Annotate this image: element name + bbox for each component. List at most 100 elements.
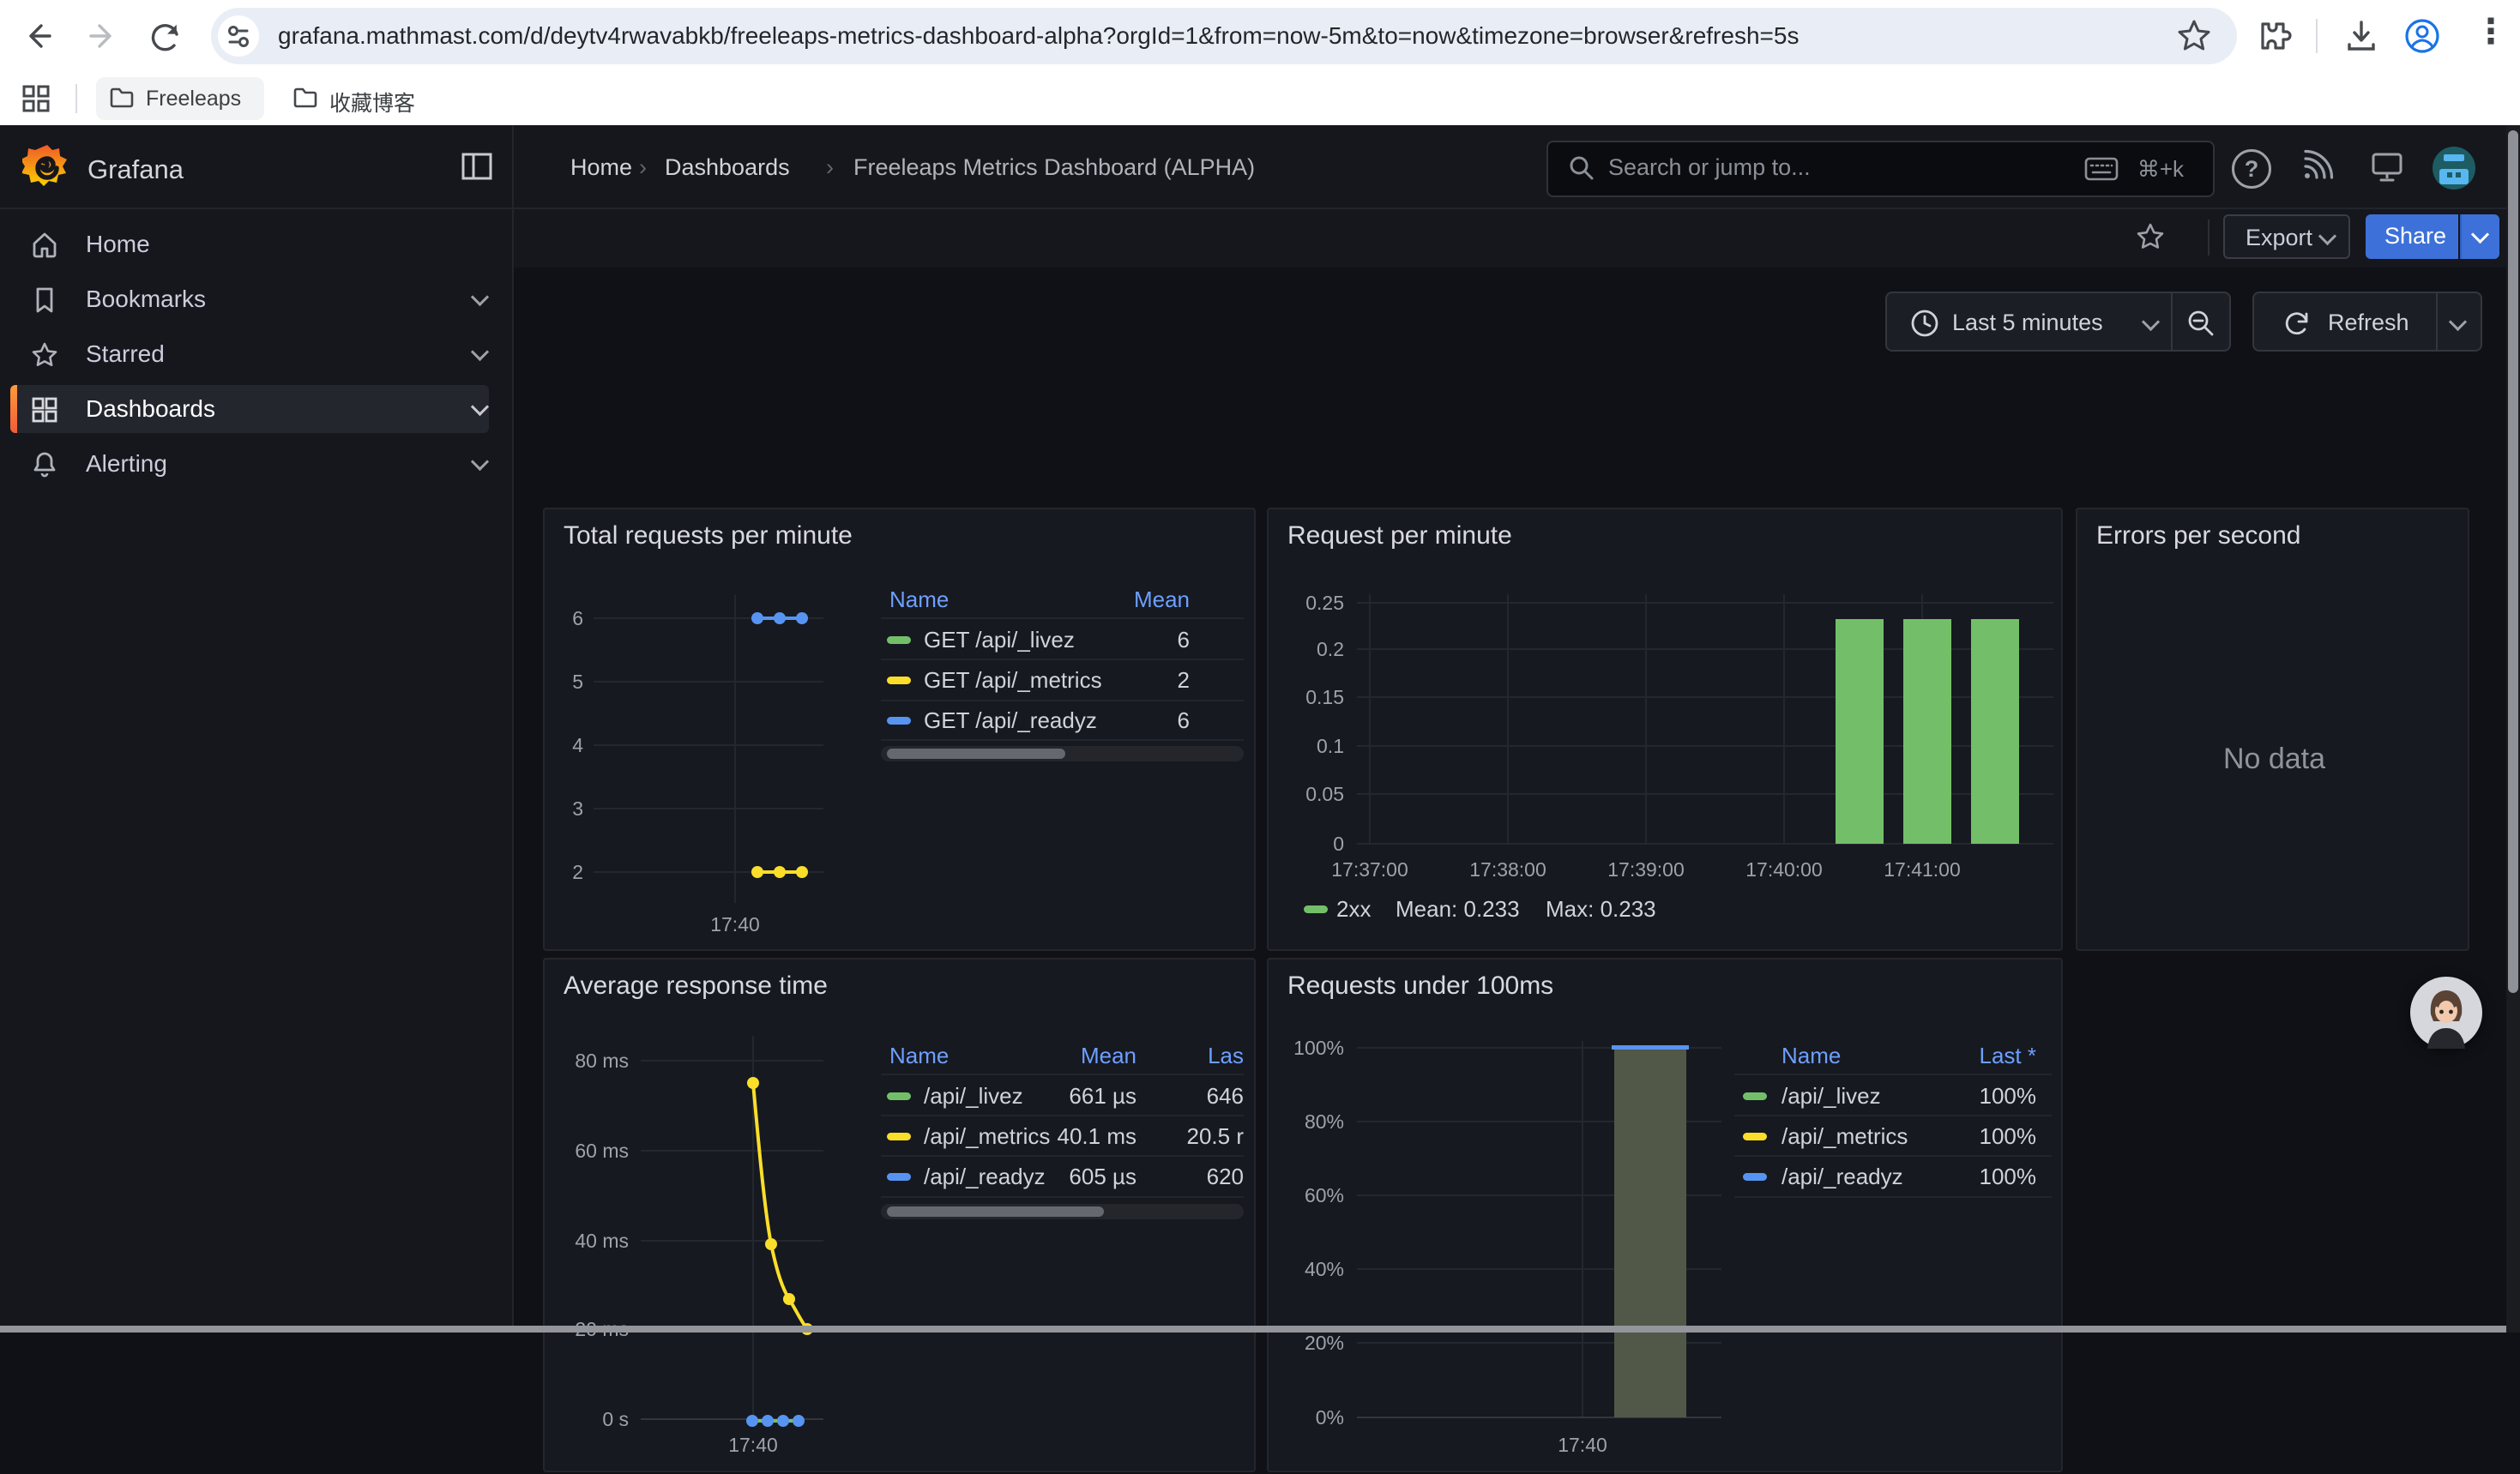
panel-requests-under-100ms[interactable]: Requests under 100ms 100% 80% 60% 40%: [1267, 958, 2063, 1472]
bookmark-star-icon[interactable]: [2173, 15, 2215, 57]
extensions-icon[interactable]: [2251, 15, 2292, 57]
download-icon[interactable]: [2341, 15, 2382, 57]
legend-header-mean[interactable]: Mean: [1104, 587, 1190, 613]
refresh-button[interactable]: Refresh: [2252, 292, 2482, 352]
url-bar[interactable]: grafana.mathmast.com/d/deytv4rwavabkb/fr…: [211, 8, 2237, 64]
legend-mean: 6: [1104, 707, 1190, 734]
legend-last: 100%: [1950, 1123, 2036, 1150]
legend-header-name[interactable]: Name: [1781, 1043, 1841, 1069]
sidebar-item-label: Bookmarks: [86, 286, 206, 313]
x-tick: 17:40: [710, 1433, 796, 1457]
sidebar-item-bookmarks[interactable]: Bookmarks: [0, 272, 512, 327]
panel-avg-response-time[interactable]: Average response time 80 ms: [543, 958, 1256, 1472]
sidebar-item-alerting[interactable]: Alerting: [0, 436, 512, 491]
bookmarks-divider: [75, 84, 77, 113]
bell-icon: [29, 449, 60, 480]
legend-series[interactable]: 2xx: [1336, 896, 1371, 923]
grafana-logo-icon[interactable]: [22, 142, 72, 192]
series-swatch: [887, 677, 911, 684]
breadcrumb-separator: ›: [826, 154, 834, 181]
share-button[interactable]: Share: [2366, 214, 2458, 259]
bookmark-icon: [29, 285, 60, 316]
legend-scrollbar[interactable]: [881, 1204, 1244, 1219]
search-placeholder: Search or jump to...: [1608, 154, 1811, 181]
share-dropdown-button[interactable]: [2460, 214, 2499, 259]
legend-header-mean[interactable]: Mean: [1051, 1043, 1136, 1069]
legend-header-name[interactable]: Name: [889, 1043, 949, 1069]
series-swatch: [1743, 1092, 1767, 1100]
horizontal-scrollbar[interactable]: [0, 1326, 2506, 1333]
help-icon[interactable]: ?: [2232, 149, 2271, 189]
x-tick: 17:41:00: [1871, 857, 1974, 881]
breadcrumb-dashboards[interactable]: Dashboards: [665, 154, 790, 181]
refresh-icon: [2282, 308, 2312, 339]
no-data-message: No data: [2077, 743, 2471, 776]
bookmark-label: Freeleaps: [146, 87, 241, 111]
y-tick: 0%: [1284, 1405, 1344, 1429]
legend-name[interactable]: GET /api/_readyz: [924, 707, 1097, 734]
legend-mean: 6: [1104, 627, 1190, 653]
sidebar-item-starred[interactable]: Starred: [0, 327, 512, 382]
series-swatch: [1743, 1133, 1767, 1140]
vertical-scrollbar[interactable]: [2506, 125, 2520, 1333]
time-range-picker[interactable]: Last 5 minutes: [1885, 292, 2231, 352]
bookmark-item-blog[interactable]: 收藏博客: [280, 77, 443, 120]
sidebar-item-home[interactable]: Home: [0, 217, 512, 272]
export-button[interactable]: Export: [2223, 214, 2350, 259]
folder-icon: [108, 84, 136, 111]
search-shortcut: ⌘+k: [2137, 156, 2184, 183]
legend-scrollbar[interactable]: [881, 746, 1244, 761]
panel-request-per-minute[interactable]: Request per minute 0.25 0.2: [1267, 508, 2063, 951]
breadcrumb-home[interactable]: Home: [570, 154, 632, 181]
x-tick: 17:40: [692, 912, 778, 936]
monitor-icon[interactable]: [2368, 147, 2406, 185]
legend-name[interactable]: /api/_metrics: [1781, 1123, 1908, 1150]
legend-header-last[interactable]: Las: [1184, 1043, 1244, 1069]
legend-name[interactable]: /api/_livez: [1781, 1083, 1881, 1110]
vertical-scrollbar-thumb[interactable]: [2508, 130, 2518, 993]
collapse-sidebar-icon[interactable]: [461, 153, 492, 180]
rss-icon[interactable]: [2298, 147, 2336, 185]
legend-name[interactable]: /api/_livez: [924, 1083, 1023, 1110]
user-avatar[interactable]: [2433, 147, 2475, 190]
y-tick: 4: [549, 733, 583, 757]
x-tick: 17:39:00: [1595, 857, 1697, 881]
url-text[interactable]: grafana.mathmast.com/d/deytv4rwavabkb/fr…: [278, 22, 1799, 50]
favorite-star-icon[interactable]: [2134, 221, 2167, 254]
forward-icon[interactable]: [81, 15, 122, 57]
series-swatch: [887, 636, 911, 644]
chevron-down-icon: [2471, 226, 2489, 244]
x-tick: 17:37:00: [1318, 857, 1421, 881]
search-icon: [1567, 153, 1596, 183]
y-tick: 20%: [1284, 1331, 1344, 1355]
search-input[interactable]: Search or jump to... ⌘+k: [1546, 141, 2215, 197]
profile-icon[interactable]: [2402, 15, 2443, 57]
chevron-down-icon: [2318, 227, 2336, 245]
legend-mean: 605 µs: [1051, 1164, 1136, 1190]
legend-name[interactable]: /api/_metrics: [924, 1123, 1050, 1150]
zoom-out-icon[interactable]: [2185, 307, 2217, 340]
reload-icon[interactable]: [144, 15, 185, 57]
site-settings-icon[interactable]: [218, 15, 259, 57]
y-tick: 6: [549, 606, 583, 630]
bookmark-item-freeleaps[interactable]: Freeleaps: [96, 77, 264, 120]
legend-name[interactable]: GET /api/_livez: [924, 627, 1075, 653]
legend-mean: 2: [1104, 667, 1190, 694]
legend-name[interactable]: GET /api/_metrics: [924, 667, 1102, 694]
y-tick: 0: [1284, 832, 1344, 856]
floating-assistant-avatar[interactable]: [2410, 977, 2482, 1049]
x-tick: 17:38:00: [1456, 857, 1559, 881]
legend-header-last[interactable]: Last *: [1950, 1043, 2036, 1069]
legend-name[interactable]: /api/_readyz: [1781, 1164, 1903, 1190]
apps-grid-icon[interactable]: [21, 83, 51, 114]
series-swatch: [887, 1092, 911, 1100]
legend-name[interactable]: /api/_readyz: [924, 1164, 1046, 1190]
panel-errors-per-second[interactable]: Errors per second No data: [2076, 508, 2469, 951]
menu-kebab-icon[interactable]: ⋮: [2474, 12, 2508, 60]
back-icon[interactable]: [19, 15, 60, 57]
panel-total-requests[interactable]: Total requests per minute 6 5 4: [543, 508, 1256, 951]
legend-header-name[interactable]: Name: [889, 587, 949, 613]
y-tick: 60%: [1284, 1183, 1344, 1207]
sidebar-item-dashboards[interactable]: Dashboards: [0, 382, 512, 436]
y-tick: 0 s: [560, 1407, 629, 1431]
